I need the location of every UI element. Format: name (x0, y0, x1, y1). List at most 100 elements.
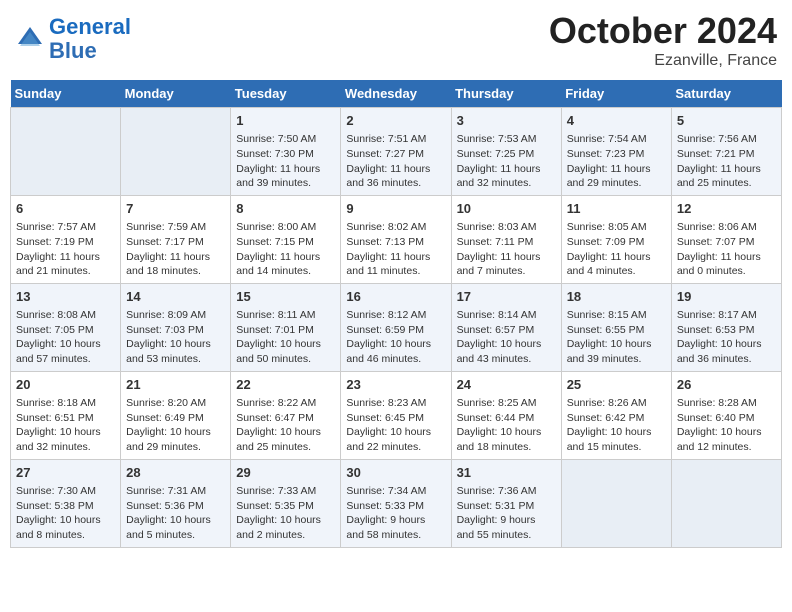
day-number: 6 (16, 200, 115, 218)
day-number: 14 (126, 288, 225, 306)
calendar-cell: 4 Sunrise: 7:54 AM Sunset: 7:23 PM Daylig… (561, 108, 671, 196)
day-number: 3 (457, 112, 556, 130)
day-number: 9 (346, 200, 445, 218)
calendar-table: SundayMondayTuesdayWednesdayThursdayFrid… (10, 80, 782, 548)
calendar-cell: 28 Sunrise: 7:31 AM Sunset: 5:36 PM Dayli… (121, 459, 231, 547)
day-number: 29 (236, 464, 335, 482)
cell-content: Sunrise: 7:51 AM Sunset: 7:27 PM Dayligh… (346, 132, 445, 191)
cell-content: Sunrise: 8:06 AM Sunset: 7:07 PM Dayligh… (677, 220, 776, 279)
day-number: 7 (126, 200, 225, 218)
weekday-header: Sunday (11, 80, 121, 108)
calendar-cell: 21 Sunrise: 8:20 AM Sunset: 6:49 PM Dayli… (121, 371, 231, 459)
cell-content: Sunrise: 8:03 AM Sunset: 7:11 PM Dayligh… (457, 220, 556, 279)
calendar-cell: 5 Sunrise: 7:56 AM Sunset: 7:21 PM Daylig… (671, 108, 781, 196)
cell-content: Sunrise: 7:30 AM Sunset: 5:38 PM Dayligh… (16, 484, 115, 543)
day-number: 13 (16, 288, 115, 306)
day-number: 24 (457, 376, 556, 394)
cell-content: Sunrise: 8:25 AM Sunset: 6:44 PM Dayligh… (457, 396, 556, 455)
day-number: 23 (346, 376, 445, 394)
cell-content: Sunrise: 7:31 AM Sunset: 5:36 PM Dayligh… (126, 484, 225, 543)
logo: General Blue (15, 15, 131, 63)
cell-content: Sunrise: 7:36 AM Sunset: 5:31 PM Dayligh… (457, 484, 556, 543)
calendar-week-row: 6 Sunrise: 7:57 AM Sunset: 7:19 PM Daylig… (11, 195, 782, 283)
cell-content: Sunrise: 7:59 AM Sunset: 7:17 PM Dayligh… (126, 220, 225, 279)
weekday-header: Friday (561, 80, 671, 108)
calendar-cell: 8 Sunrise: 8:00 AM Sunset: 7:15 PM Daylig… (231, 195, 341, 283)
calendar-cell: 29Sunrise: 7:33 AM Sunset: 5:35 PM Dayli… (231, 459, 341, 547)
cell-content: Sunrise: 8:20 AM Sunset: 6:49 PM Dayligh… (126, 396, 225, 455)
weekday-header: Thursday (451, 80, 561, 108)
calendar-cell: 13 Sunrise: 8:08 AM Sunset: 7:05 PM Dayli… (11, 283, 121, 371)
weekday-header: Saturday (671, 80, 781, 108)
calendar-week-row: 27 Sunrise: 7:30 AM Sunset: 5:38 PM Dayli… (11, 459, 782, 547)
calendar-cell: 26 Sunrise: 8:28 AM Sunset: 6:40 PM Dayli… (671, 371, 781, 459)
calendar-cell (121, 108, 231, 196)
cell-content: Sunrise: 7:57 AM Sunset: 7:19 PM Dayligh… (16, 220, 115, 279)
location: Ezanville, France (549, 52, 777, 70)
cell-content: Sunrise: 8:26 AM Sunset: 6:42 PM Dayligh… (567, 396, 666, 455)
day-number: 16 (346, 288, 445, 306)
cell-content: Sunrise: 8:08 AM Sunset: 7:05 PM Dayligh… (16, 308, 115, 367)
day-number: 20 (16, 376, 115, 394)
day-number: 5 (677, 112, 776, 130)
cell-content: Sunrise: 7:53 AM Sunset: 7:25 PM Dayligh… (457, 132, 556, 191)
day-number: 22 (236, 376, 335, 394)
logo-icon (15, 24, 45, 54)
calendar-cell: 25 Sunrise: 8:26 AM Sunset: 6:42 PM Dayli… (561, 371, 671, 459)
day-number: 10 (457, 200, 556, 218)
calendar-week-row: 20 Sunrise: 8:18 AM Sunset: 6:51 PM Dayli… (11, 371, 782, 459)
calendar-cell (561, 459, 671, 547)
day-number: 4 (567, 112, 666, 130)
day-number: 28 (126, 464, 225, 482)
cell-content: Sunrise: 8:28 AM Sunset: 6:40 PM Dayligh… (677, 396, 776, 455)
cell-content: Sunrise: 8:23 AM Sunset: 6:45 PM Dayligh… (346, 396, 445, 455)
day-number: 19 (677, 288, 776, 306)
calendar-cell: 7 Sunrise: 7:59 AM Sunset: 7:17 PM Daylig… (121, 195, 231, 283)
calendar-week-row: 13 Sunrise: 8:08 AM Sunset: 7:05 PM Dayli… (11, 283, 782, 371)
day-number: 27 (16, 464, 115, 482)
calendar-cell (671, 459, 781, 547)
weekday-header-row: SundayMondayTuesdayWednesdayThursdayFrid… (11, 80, 782, 108)
cell-content: Sunrise: 7:54 AM Sunset: 7:23 PM Dayligh… (567, 132, 666, 191)
cell-content: Sunrise: 8:14 AM Sunset: 6:57 PM Dayligh… (457, 308, 556, 367)
logo-text: General Blue (49, 15, 131, 63)
calendar-cell: 1Sunrise: 7:50 AM Sunset: 7:30 PM Daylig… (231, 108, 341, 196)
day-number: 2 (346, 112, 445, 130)
cell-content: Sunrise: 8:05 AM Sunset: 7:09 PM Dayligh… (567, 220, 666, 279)
calendar-cell: 18Sunrise: 8:15 AM Sunset: 6:55 PM Dayli… (561, 283, 671, 371)
day-number: 25 (567, 376, 666, 394)
calendar-cell: 23 Sunrise: 8:23 AM Sunset: 6:45 PM Dayli… (341, 371, 451, 459)
calendar-cell: 24 Sunrise: 8:25 AM Sunset: 6:44 PM Dayli… (451, 371, 561, 459)
day-number: 18 (567, 288, 666, 306)
day-number: 26 (677, 376, 776, 394)
calendar-cell: 30Sunrise: 7:34 AM Sunset: 5:33 PM Dayli… (341, 459, 451, 547)
cell-content: Sunrise: 7:56 AM Sunset: 7:21 PM Dayligh… (677, 132, 776, 191)
weekday-header: Tuesday (231, 80, 341, 108)
cell-content: Sunrise: 8:22 AM Sunset: 6:47 PM Dayligh… (236, 396, 335, 455)
day-number: 21 (126, 376, 225, 394)
page-header: General Blue October 2024 Ezanville, Fra… (10, 10, 782, 70)
day-number: 12 (677, 200, 776, 218)
calendar-cell: 15Sunrise: 8:11 AM Sunset: 7:01 PM Dayli… (231, 283, 341, 371)
calendar-cell: 6 Sunrise: 7:57 AM Sunset: 7:19 PM Daylig… (11, 195, 121, 283)
day-number: 11 (567, 200, 666, 218)
day-number: 1 (236, 112, 335, 130)
month-title: October 2024 (549, 10, 777, 52)
calendar-cell: 20 Sunrise: 8:18 AM Sunset: 6:51 PM Dayli… (11, 371, 121, 459)
calendar-cell: 10 Sunrise: 8:03 AM Sunset: 7:11 PM Dayli… (451, 195, 561, 283)
calendar-cell: 3 Sunrise: 7:53 AM Sunset: 7:25 PM Daylig… (451, 108, 561, 196)
calendar-week-row: 1Sunrise: 7:50 AM Sunset: 7:30 PM Daylig… (11, 108, 782, 196)
day-number: 31 (457, 464, 556, 482)
calendar-cell: 14Sunrise: 8:09 AM Sunset: 7:03 PM Dayli… (121, 283, 231, 371)
weekday-header: Monday (121, 80, 231, 108)
calendar-cell: 19Sunrise: 8:17 AM Sunset: 6:53 PM Dayli… (671, 283, 781, 371)
weekday-header: Wednesday (341, 80, 451, 108)
day-number: 8 (236, 200, 335, 218)
calendar-cell: 12 Sunrise: 8:06 AM Sunset: 7:07 PM Dayli… (671, 195, 781, 283)
cell-content: Sunrise: 8:18 AM Sunset: 6:51 PM Dayligh… (16, 396, 115, 455)
day-number: 17 (457, 288, 556, 306)
calendar-cell: 22 Sunrise: 8:22 AM Sunset: 6:47 PM Dayli… (231, 371, 341, 459)
cell-content: Sunrise: 8:02 AM Sunset: 7:13 PM Dayligh… (346, 220, 445, 279)
calendar-cell: 16Sunrise: 8:12 AM Sunset: 6:59 PM Dayli… (341, 283, 451, 371)
cell-content: Sunrise: 8:00 AM Sunset: 7:15 PM Dayligh… (236, 220, 335, 279)
